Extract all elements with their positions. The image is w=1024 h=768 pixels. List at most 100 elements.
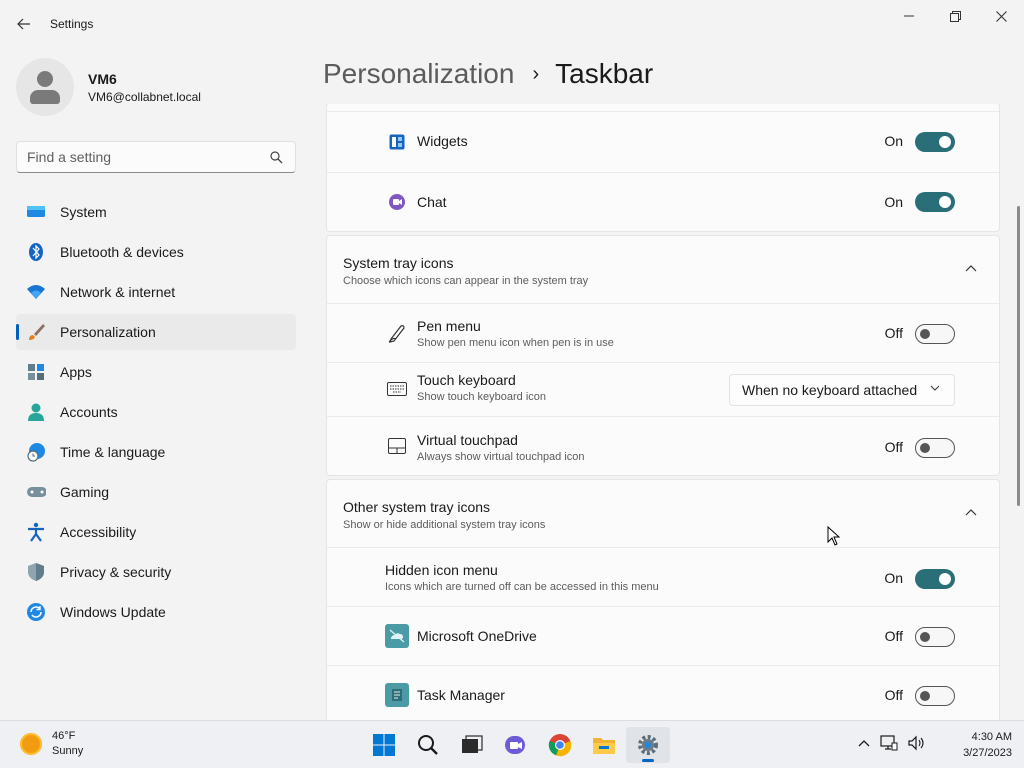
virtual-touchpad-toggle[interactable] — [915, 438, 955, 458]
hidden-menu-subtitle: Icons which are turned off can be access… — [385, 581, 659, 593]
sidebar-item-label: Time & language — [60, 444, 166, 460]
hidden-menu-toggle[interactable] — [915, 569, 955, 589]
clock-time: 4:30 AM — [971, 731, 1012, 743]
search-input[interactable] — [17, 142, 257, 172]
chat-toggle[interactable] — [915, 192, 955, 212]
sidebar-item-privacy[interactable]: Privacy & security — [16, 554, 296, 590]
weather-widget[interactable]: 46°F Sunny — [20, 729, 83, 759]
pen-menu-subtitle: Show pen menu icon when pen is in use — [417, 337, 614, 349]
chevron-right-icon: › — [532, 62, 540, 85]
sidebar-item-bluetooth[interactable]: Bluetooth & devices — [16, 234, 296, 270]
sidebar-item-label: Accessibility — [60, 524, 137, 540]
pen-menu-title: Pen menu — [417, 318, 481, 334]
gamepad-icon — [26, 482, 46, 502]
touch-keyboard-row: Touch keyboard Show touch keyboard icon … — [327, 363, 999, 416]
sidebar-item-system[interactable]: System — [16, 194, 296, 230]
taskbar-search-button[interactable] — [406, 727, 450, 763]
app-title: Settings — [50, 17, 94, 31]
hidden-menu-state: On — [884, 570, 903, 586]
close-icon — [995, 10, 1007, 22]
settings-content: Widgets On Chat On System tray icons Cho… — [326, 104, 1000, 720]
minimize-icon — [904, 15, 914, 17]
network-icon[interactable] — [880, 735, 898, 751]
chevron-up-icon[interactable] — [965, 264, 977, 272]
sidebar-item-label: Windows Update — [60, 604, 166, 620]
system-tray — [858, 735, 926, 751]
section-title: Other system tray icons — [343, 499, 491, 515]
task-manager-toggle[interactable] — [915, 686, 955, 706]
profile-name: VM6 — [88, 70, 117, 87]
chevron-up-icon[interactable] — [858, 739, 870, 747]
sidebar-item-apps[interactable]: Apps — [16, 354, 296, 390]
sun-icon — [20, 733, 42, 755]
back-button[interactable] — [10, 10, 38, 38]
update-icon — [26, 602, 46, 622]
other-tray-header[interactable]: Other system tray icons Show or hide add… — [327, 480, 999, 547]
chat-icon — [387, 192, 407, 212]
chat-icon — [505, 736, 525, 754]
touch-keyboard-title: Touch keyboard — [417, 372, 516, 388]
profile-email: VM6@collabnet.local — [88, 89, 201, 104]
sidebar-item-label: Privacy & security — [60, 564, 172, 580]
sidebar-item-network[interactable]: Network & internet — [16, 274, 296, 310]
close-button[interactable] — [978, 0, 1024, 32]
widgets-row[interactable]: Widgets On — [327, 112, 999, 172]
widgets-state: On — [884, 133, 903, 149]
widgets-toggle[interactable] — [915, 132, 955, 152]
virtual-touchpad-title: Virtual touchpad — [417, 432, 518, 448]
sidebar-item-time-language[interactable]: Time & language — [16, 434, 296, 470]
restore-button[interactable] — [932, 0, 978, 32]
taskbar-items-card: Widgets On Chat On — [326, 104, 1000, 232]
system-tray-header[interactable]: System tray icons Choose which icons can… — [327, 236, 999, 303]
start-icon — [373, 734, 395, 756]
onedrive-toggle[interactable] — [915, 627, 955, 647]
title-bar: Settings — [0, 0, 1024, 48]
person-icon — [26, 402, 46, 422]
task-manager-row[interactable]: Task Manager Off — [327, 666, 999, 720]
settings-button[interactable] — [626, 727, 670, 763]
chrome-button[interactable] — [538, 727, 582, 763]
pen-icon — [387, 323, 407, 343]
breadcrumb-parent[interactable]: Personalization — [323, 58, 514, 90]
file-explorer-button[interactable] — [582, 727, 626, 763]
teams-chat-button[interactable] — [494, 727, 538, 763]
brush-icon — [26, 322, 46, 342]
pen-menu-row[interactable]: Pen menu Show pen menu icon when pen is … — [327, 304, 999, 362]
hidden-menu-title: Hidden icon menu — [385, 562, 498, 578]
pen-menu-toggle[interactable] — [915, 324, 955, 344]
section-subtitle: Show or hide additional system tray icon… — [343, 519, 546, 531]
start-button[interactable] — [362, 727, 406, 763]
sidebar-item-personalization[interactable]: Personalization — [16, 314, 296, 350]
pen-menu-state: Off — [884, 325, 903, 341]
sidebar-item-label: System — [60, 204, 107, 220]
hidden-icon-menu-row[interactable]: Hidden icon menu Icons which are turned … — [327, 548, 999, 606]
other-tray-card: Other system tray icons Show or hide add… — [326, 479, 1000, 720]
minimize-button[interactable] — [886, 0, 932, 32]
touchpad-icon — [387, 436, 407, 456]
chat-label: Chat — [417, 194, 447, 210]
chat-state: On — [884, 194, 903, 210]
task-view-button[interactable] — [450, 727, 494, 763]
sidebar-item-windows-update[interactable]: Windows Update — [16, 594, 296, 630]
virtual-touchpad-row[interactable]: Virtual touchpad Always show virtual tou… — [327, 417, 999, 475]
mouse-cursor-icon — [827, 526, 841, 546]
scrollbar[interactable] — [1017, 206, 1020, 506]
globe-clock-icon — [26, 442, 46, 462]
sidebar-item-gaming[interactable]: Gaming — [16, 474, 296, 510]
volume-icon[interactable] — [908, 735, 926, 751]
search-box — [16, 141, 296, 173]
sidebar-item-accounts[interactable]: Accounts — [16, 394, 296, 430]
dropdown-value: When no keyboard attached — [742, 382, 918, 398]
weather-temp: 46°F — [52, 730, 76, 742]
onedrive-row[interactable]: Microsoft OneDrive Off — [327, 607, 999, 665]
chevron-up-icon[interactable] — [965, 508, 977, 516]
clock[interactable]: 4:30 AM 3/27/2023 — [963, 729, 1012, 761]
user-profile[interactable]: VM6 VM6@collabnet.local — [16, 58, 201, 116]
search-icon[interactable] — [270, 151, 283, 164]
task-manager-title: Task Manager — [417, 687, 505, 703]
file-explorer-icon — [593, 738, 615, 754]
sidebar-item-accessibility[interactable]: Accessibility — [16, 514, 296, 550]
chat-row[interactable]: Chat On — [327, 173, 999, 231]
touch-keyboard-dropdown[interactable]: When no keyboard attached — [729, 374, 955, 406]
widgets-icon — [387, 132, 407, 152]
